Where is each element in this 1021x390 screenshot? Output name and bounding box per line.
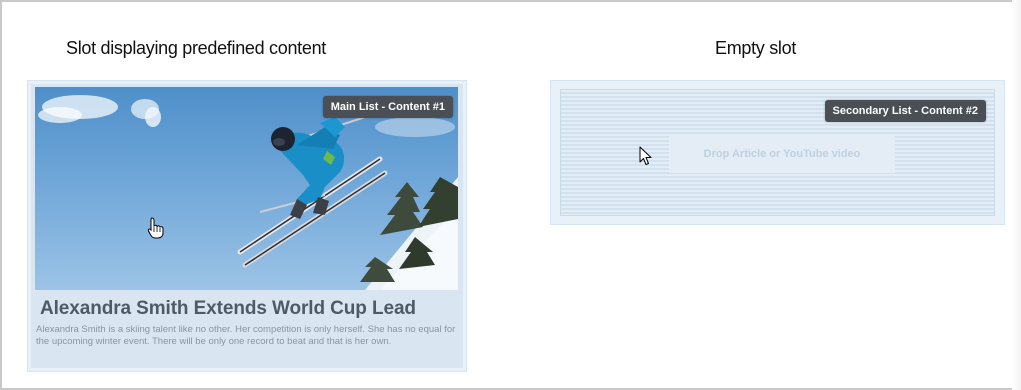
- arrow-pointer-icon: [639, 146, 652, 171]
- drop-placeholder[interactable]: Drop Article or YouTube video: [669, 135, 895, 173]
- article-summary: Alexandra Smith is a skiing talent like …: [36, 324, 456, 347]
- secondary-list-badge: Secondary List - Content #2: [824, 100, 986, 122]
- main-content-slot[interactable]: Main List - Content #1 Alexandra Smith E…: [27, 80, 467, 372]
- secondary-content-slot[interactable]: Secondary List - Content #2 Drop Article…: [550, 80, 1005, 225]
- skier-photo[interactable]: Main List - Content #1: [35, 87, 458, 290]
- main-slot-inner: Main List - Content #1 Alexandra Smith E…: [31, 84, 463, 368]
- main-list-badge: Main List - Content #1: [322, 96, 453, 118]
- frame-shadow: [1012, 0, 1021, 390]
- caption-predefined-slot: Slot displaying predefined content: [66, 38, 326, 58]
- article-title[interactable]: Alexandra Smith Extends World Cup Lead: [40, 298, 416, 320]
- caption-empty-slot: Empty slot: [715, 38, 797, 58]
- empty-drop-area[interactable]: Secondary List - Content #2 Drop Article…: [560, 89, 995, 216]
